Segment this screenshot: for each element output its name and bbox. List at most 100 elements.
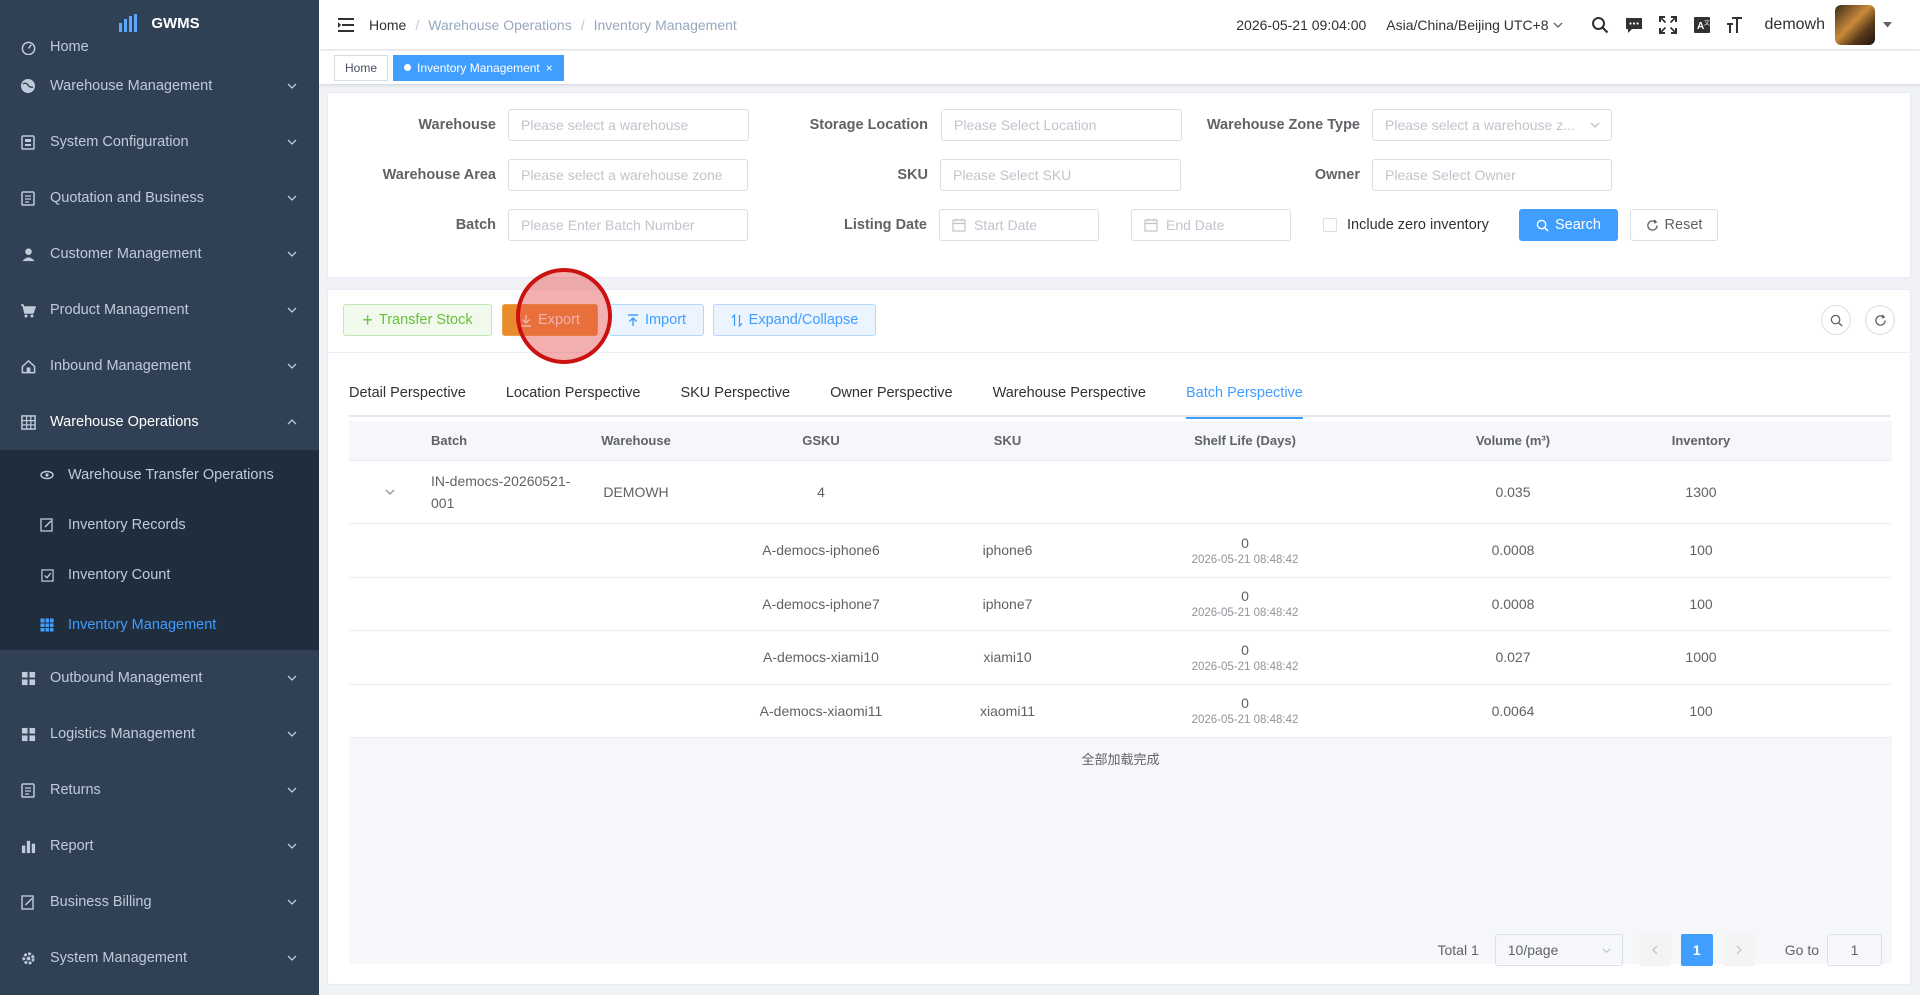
- sidebar-subitem-inventory-count[interactable]: Inventory Count: [0, 550, 319, 600]
- sku-select[interactable]: Please Select SKU: [940, 159, 1181, 191]
- calendar-icon: [1144, 218, 1158, 232]
- timezone-label: Asia/China/Beijing UTC+8: [1386, 17, 1549, 33]
- sidebar-item-product-management[interactable]: Product Management: [0, 282, 319, 338]
- eye-icon: [40, 468, 54, 482]
- sidebar-item-system-configuration[interactable]: System Configuration: [0, 114, 319, 170]
- sidebar-item-quotation[interactable]: Quotation and Business: [0, 170, 319, 226]
- toggle-search-button[interactable]: [1821, 305, 1851, 335]
- sidebar-item-home[interactable]: Home: [0, 36, 319, 58]
- table-row: A-democs-iphone7 iphone7 0 2026-05-21 08…: [349, 577, 1892, 631]
- perspective-tabs: Detail Perspective Location Perspective …: [349, 376, 1890, 419]
- start-date-input[interactable]: Start Date: [939, 209, 1099, 241]
- start-date-placeholder: Start Date: [974, 217, 1038, 233]
- translate-icon[interactable]: A文: [1691, 14, 1713, 36]
- font-size-icon[interactable]: [1725, 14, 1747, 36]
- chevron-up-icon: [287, 419, 297, 425]
- sidebar-item-warehouse-operations[interactable]: Warehouse Operations: [0, 394, 319, 450]
- sidebar-item-system-management[interactable]: System Management: [0, 930, 319, 986]
- sidebar: GWMS Home Warehouse Management System Co…: [0, 0, 319, 995]
- header-sku: SKU: [993, 433, 1022, 448]
- timezone-select[interactable]: Asia/China/Beijing UTC+8: [1386, 17, 1562, 33]
- transfer-stock-button[interactable]: + Transfer Stock: [343, 304, 492, 336]
- sidebar-item-outbound-management[interactable]: Outbound Management: [0, 650, 319, 706]
- warehouse-select[interactable]: Please select a warehouse: [508, 109, 749, 141]
- tab-warehouse-perspective[interactable]: Warehouse Perspective: [993, 376, 1146, 417]
- tag-home[interactable]: Home: [334, 54, 389, 81]
- chevron-down-icon: [287, 843, 297, 849]
- table-row-batch[interactable]: IN-democs-20260521-001 DEMOWH 4 0.035 13…: [349, 461, 1892, 524]
- page-number-button[interactable]: 1: [1680, 934, 1713, 966]
- hamburger-icon[interactable]: [335, 14, 357, 36]
- edit-icon: [40, 518, 54, 532]
- globe-icon: [20, 78, 36, 94]
- message-icon[interactable]: [1623, 14, 1645, 36]
- toolbar-divider: [328, 352, 1910, 353]
- batch-input[interactable]: Please Enter Batch Number: [508, 209, 748, 241]
- tab-detail-perspective[interactable]: Detail Perspective: [349, 376, 466, 417]
- tab-owner-perspective[interactable]: Owner Perspective: [830, 376, 953, 417]
- goto-page-input[interactable]: 1: [1827, 934, 1882, 966]
- expand-collapse-label: Expand/Collapse: [748, 312, 859, 328]
- include-zero-checkbox[interactable]: [1323, 218, 1337, 232]
- expand-toggle[interactable]: [349, 487, 431, 497]
- tag-inventory-management[interactable]: Inventory Management ×: [393, 54, 564, 81]
- cell-gsku: A-democs-iphone7: [762, 595, 880, 612]
- sidebar-item-label: System Configuration: [50, 134, 189, 150]
- header-batch: Batch: [431, 433, 468, 448]
- transfer-stock-label: Transfer Stock: [378, 312, 473, 328]
- tab-batch-perspective[interactable]: Batch Perspective: [1185, 376, 1303, 419]
- warehouse-area-label: Warehouse Area: [382, 167, 496, 183]
- cell-gsku: A-democs-xiaomi11: [759, 702, 883, 719]
- tab-sku-perspective[interactable]: SKU Perspective: [680, 376, 790, 417]
- search-icon: [1830, 314, 1843, 327]
- reset-button-label: Reset: [1664, 217, 1703, 233]
- table-row: A-democs-iphone6 iphone6 0 2026-05-21 08…: [349, 524, 1892, 578]
- username[interactable]: demowh: [1765, 16, 1825, 34]
- cell-inventory: 1000: [1685, 649, 1717, 666]
- tab-location-perspective[interactable]: Location Perspective: [506, 376, 641, 417]
- owner-placeholder: Please Select Owner: [1385, 167, 1516, 183]
- storage-location-select[interactable]: Please Select Location: [941, 109, 1182, 141]
- reset-button[interactable]: Reset: [1630, 209, 1718, 241]
- avatar[interactable]: [1835, 5, 1875, 45]
- refresh-button[interactable]: [1865, 305, 1895, 335]
- edit-icon: [20, 894, 36, 910]
- expand-collapse-button[interactable]: Expand/Collapse: [713, 304, 876, 336]
- prev-page-button[interactable]: [1638, 934, 1671, 966]
- chevron-down-icon: [385, 489, 395, 495]
- sidebar-item-business-billing[interactable]: Business Billing: [0, 874, 319, 930]
- end-date-input[interactable]: End Date: [1131, 209, 1291, 241]
- caret-down-icon[interactable]: [1883, 22, 1892, 28]
- sidebar-item-report[interactable]: Report: [0, 818, 319, 874]
- svg-text:文: 文: [1704, 19, 1710, 27]
- zone-type-select[interactable]: Please select a warehouse z...: [1372, 109, 1612, 141]
- breadcrumb-home[interactable]: Home: [369, 17, 406, 33]
- search-button[interactable]: Search: [1519, 209, 1618, 241]
- search-icon[interactable]: [1589, 14, 1611, 36]
- owner-select[interactable]: Please Select Owner: [1372, 159, 1612, 191]
- next-page-button[interactable]: [1722, 934, 1755, 966]
- upload-icon: [627, 313, 638, 326]
- cell-gsku: A-democs-iphone6: [762, 542, 880, 559]
- cell-shelf-life: 0 2026-05-21 08:48:42: [1074, 642, 1416, 673]
- sidebar-subitem-inventory-records[interactable]: Inventory Records: [0, 500, 319, 550]
- sidebar-item-logistics-management[interactable]: Logistics Management: [0, 706, 319, 762]
- close-icon[interactable]: ×: [546, 56, 553, 80]
- sidebar-item-warehouse-management[interactable]: Warehouse Management: [0, 58, 319, 114]
- import-button[interactable]: Import: [609, 304, 704, 336]
- document-icon: [20, 782, 36, 798]
- sidebar-subitem-transfer[interactable]: Warehouse Transfer Operations: [0, 450, 319, 500]
- sidebar-subitem-inventory-management[interactable]: Inventory Management: [0, 600, 319, 650]
- sidebar-item-returns[interactable]: Returns: [0, 762, 319, 818]
- chevron-down-icon: [287, 363, 297, 369]
- export-button[interactable]: Export: [502, 304, 598, 336]
- sidebar-item-customer-management[interactable]: Customer Management: [0, 226, 319, 282]
- warehouse-area-select[interactable]: Please select a warehouse zone: [508, 159, 748, 191]
- cell-sku: xiaomi11: [980, 702, 1035, 719]
- sidebar-item-inbound-management[interactable]: Inbound Management: [0, 338, 319, 394]
- cell-volume: 0.027: [1495, 649, 1531, 666]
- include-zero-inventory[interactable]: Include zero inventory: [1323, 217, 1489, 233]
- fullscreen-icon[interactable]: [1657, 14, 1679, 36]
- goto-page: Go to 1: [1785, 934, 1882, 966]
- page-size-select[interactable]: 10/page: [1494, 934, 1623, 966]
